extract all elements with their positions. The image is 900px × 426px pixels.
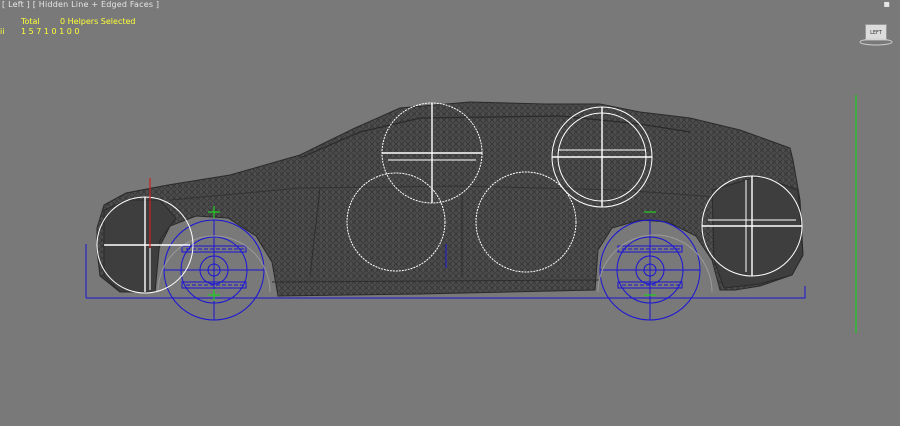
stats-total-label: Total [21, 17, 40, 26]
viewport-scene[interactable] [0, 0, 900, 426]
viewport-label[interactable]: [ Left ] [ Hidden Line + Edged Faces ] [2, 0, 159, 9]
left-viewport[interactable]: [ Left ] [ Hidden Line + Edged Faces ] T… [0, 0, 900, 426]
viewcube-face-label: LEFT [870, 29, 882, 36]
helper-sphere-rear-bumper [96, 196, 194, 294]
stats-row2-value: 1 5 7 1 0 1 0 0 [21, 27, 80, 36]
stats-helpers-selected: 0 Helpers Selected [60, 17, 136, 26]
viewcube-compass-icon[interactable] [859, 38, 893, 46]
car-body-mesh[interactable] [96, 101, 804, 297]
stats-row2-prefix: ii [0, 27, 5, 36]
viewport-menu-icon[interactable]: ▪ [883, 0, 890, 10]
rear-arch-mesh [103, 199, 177, 293]
